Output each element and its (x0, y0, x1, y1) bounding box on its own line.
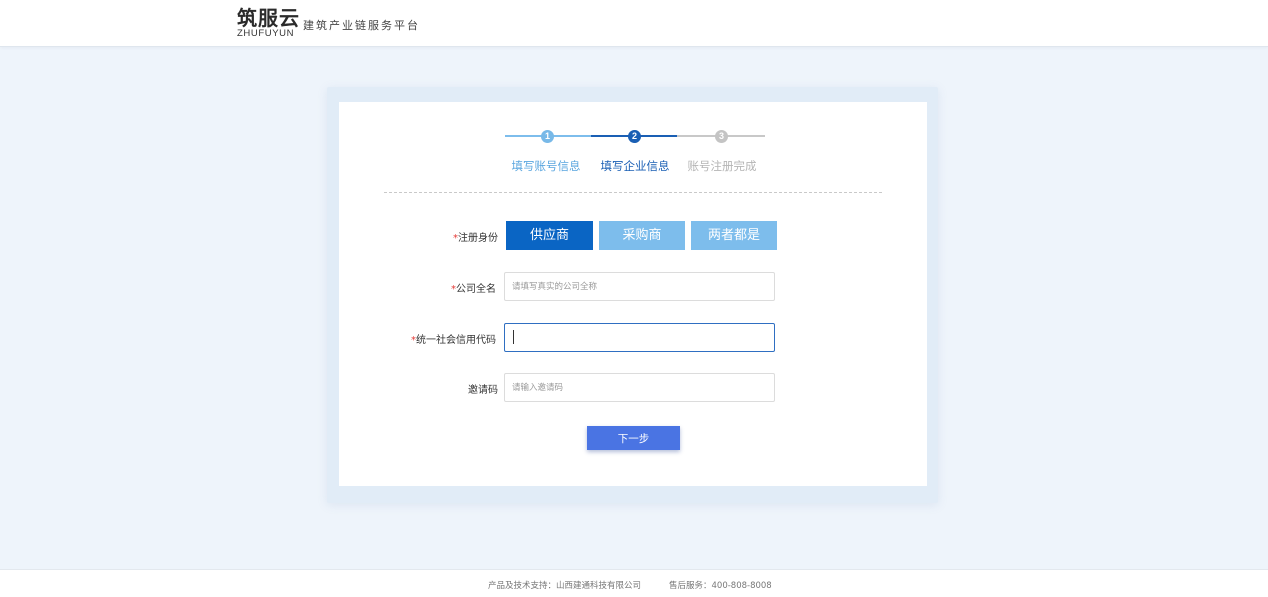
footer-support-text: 产品及技术支持：山西建通科技有限公司 (488, 581, 642, 591)
role-label-text: 注册身份 (458, 233, 498, 244)
step-3-dot: 3 (715, 130, 728, 143)
logo-slogan: 建筑产业链服务平台 (303, 19, 420, 32)
company-name-label-text: 公司全名 (456, 284, 496, 295)
credit-code-label: *统一社会信用代码 (376, 331, 496, 346)
company-name-input[interactable] (504, 272, 775, 301)
role-label: *注册身份 (378, 229, 498, 244)
top-header: 筑服云 ZHUFUYUN 建筑产业链服务平台 (0, 0, 1268, 47)
step-2-label: 填写企业信息 (600, 159, 670, 173)
company-name-label: *公司全名 (376, 280, 496, 295)
role-supplier-button[interactable]: 供应商 (506, 221, 593, 250)
invite-code-label: 邀请码 (378, 381, 498, 396)
footer: 产品及技术支持：山西建通科技有限公司 售后服务：400-808-8008 (0, 569, 1268, 597)
invite-code-label-text: 邀请码 (468, 385, 498, 396)
invite-code-input[interactable] (504, 373, 775, 402)
logo-chinese-text: 筑服云 (237, 6, 300, 30)
progress-steps: 1 2 3 填写账号信息 填写企业信息 账号注册完成 (505, 127, 765, 177)
step-3-label: 账号注册完成 (687, 159, 757, 173)
role-purchaser-button[interactable]: 采购商 (599, 221, 685, 250)
step-2-dot: 2 (628, 130, 641, 143)
step-1-dot: 1 (541, 130, 554, 143)
credit-code-label-text: 统一社会信用代码 (416, 335, 496, 346)
step-line-2 (548, 135, 591, 137)
text-caret (513, 330, 514, 344)
credit-code-input[interactable] (504, 323, 775, 352)
next-step-button[interactable]: 下一步 (587, 426, 680, 450)
role-both-button[interactable]: 两者都是 (691, 221, 777, 250)
section-divider (384, 192, 882, 193)
footer-service-text: 售后服务：400-808-8008 (669, 581, 772, 591)
step-1-label: 填写账号信息 (511, 159, 581, 173)
logo-english-text: ZHUFUYUN (237, 28, 295, 39)
